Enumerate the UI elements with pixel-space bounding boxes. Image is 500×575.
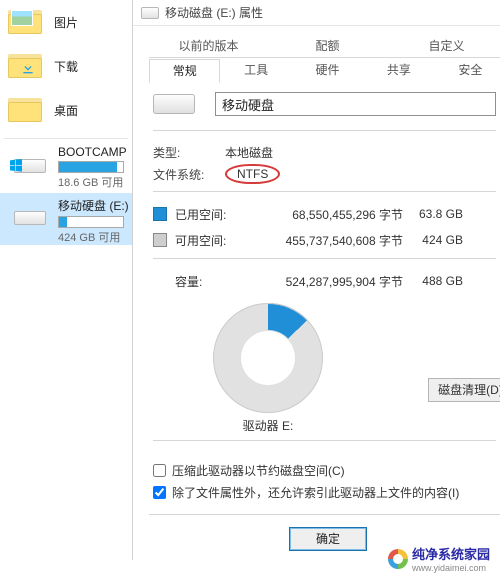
watermark-logo-icon [388, 549, 408, 569]
volume-name-input[interactable] [215, 92, 496, 116]
drive-name: 移动硬盘 (E:) [58, 197, 128, 214]
general-tab-content: 类型: 本地磁盘 文件系统: NTFS 已用空间: 68,550,455,296… [133, 82, 500, 503]
capacity-bytes: 524,287,995,904 字节 [245, 273, 403, 290]
watermark-url: www.yidaimei.com [412, 563, 492, 573]
compress-checkbox[interactable] [153, 464, 166, 477]
type-label: 类型: [153, 144, 225, 161]
compress-label: 压缩此驱动器以节约磁盘空间(C) [172, 462, 345, 479]
separator [153, 130, 496, 131]
windows-logo-icon [8, 157, 24, 173]
tab-customize[interactable]: 自定义 [387, 34, 500, 57]
separator [153, 191, 496, 192]
free-space-row: 可用空间: 455,737,540,608 字节 424 GB [153, 228, 496, 252]
free-human: 424 GB [403, 233, 463, 247]
downloads-folder-icon [8, 50, 46, 82]
drive-subtext: 424 GB 可用 [58, 229, 128, 245]
drive-row-bootcamp[interactable]: BOOTCAMP ( 18.6 GB 可用 [0, 141, 132, 193]
filesystem-label: 文件系统: [153, 166, 225, 183]
used-bytes: 68,550,455,296 字节 [245, 206, 403, 223]
capacity-row: 容量: 524,287,995,904 字节 488 GB [153, 269, 496, 293]
drive-large-icon [153, 94, 195, 114]
watermark: 纯净系统家园 www.yidaimei.com [384, 542, 496, 575]
downloads-label: 下载 [54, 58, 78, 75]
capacity-human: 488 GB [403, 274, 463, 288]
tab-hardware[interactable]: 硬件 [292, 58, 363, 82]
filesystem-value-highlighted: NTFS [225, 164, 280, 184]
drive-subtext: 18.6 GB 可用 [58, 174, 128, 190]
desktop-label: 桌面 [54, 102, 78, 119]
quickaccess-desktop[interactable]: 桌面 [0, 88, 132, 132]
free-label: 可用空间: [175, 232, 245, 249]
free-bytes: 455,737,540,608 字节 [245, 232, 403, 249]
capacity-label: 容量: [153, 273, 245, 290]
type-value: 本地磁盘 [225, 144, 273, 161]
pictures-label: 图片 [54, 14, 78, 31]
index-checkbox-row[interactable]: 除了文件属性外，还允许索引此驱动器上文件的内容(I) [153, 481, 496, 503]
tab-sharing[interactable]: 共享 [363, 58, 434, 82]
used-color-swatch [153, 207, 167, 221]
dialog-title: 移动磁盘 (E:) 属性 [165, 4, 263, 21]
drive-letter-label: 驱动器 E: [153, 417, 383, 434]
dialog-titlebar[interactable]: 移动磁盘 (E:) 属性 [133, 0, 500, 26]
tab-security[interactable]: 安全 [435, 58, 500, 82]
separator [153, 258, 496, 259]
quickaccess-pictures[interactable]: 图片 [0, 0, 132, 44]
usage-pie-chart [213, 303, 323, 413]
explorer-left-pane: 图片 下载 桌面 BOOTCAMP ( 18.6 GB 可用 移动硬盘 (E:)… [0, 0, 132, 575]
quickaccess-downloads[interactable]: 下载 [0, 44, 132, 88]
pictures-folder-icon [8, 6, 46, 38]
desktop-folder-icon [8, 94, 46, 126]
index-checkbox[interactable] [153, 486, 166, 499]
used-human: 63.8 GB [403, 207, 463, 221]
drive-icon [8, 147, 50, 177]
disk-cleanup-button[interactable]: 磁盘清理(D) [428, 378, 500, 402]
properties-dialog: 移动磁盘 (E:) 属性 以前的版本 配额 自定义 常规 工具 硬件 共享 安全… [132, 0, 500, 560]
tab-row-2: 常规 工具 硬件 共享 安全 [149, 58, 500, 82]
used-label: 已用空间: [175, 206, 245, 223]
separator [4, 138, 128, 139]
tab-row-1: 以前的版本 配额 自定义 [149, 34, 500, 58]
tab-tools[interactable]: 工具 [220, 58, 291, 82]
drive-row-removable[interactable]: 移动硬盘 (E:) 424 GB 可用 [0, 193, 132, 245]
tab-quota[interactable]: 配额 [268, 34, 387, 57]
used-space-row: 已用空间: 68,550,455,296 字节 63.8 GB [153, 202, 496, 226]
ok-button[interactable]: 确定 [289, 527, 367, 551]
drive-usage-bar [58, 216, 124, 228]
watermark-brand: 纯净系统家园 [412, 544, 490, 563]
drive-name: BOOTCAMP ( [58, 145, 128, 159]
drive-icon [141, 7, 159, 19]
drive-usage-bar [58, 161, 124, 173]
separator [153, 440, 496, 441]
tab-previousversions[interactable]: 以前的版本 [149, 34, 268, 57]
compress-checkbox-row[interactable]: 压缩此驱动器以节约磁盘空间(C) [153, 459, 496, 481]
free-color-swatch [153, 233, 167, 247]
tab-general[interactable]: 常规 [149, 59, 220, 83]
index-label: 除了文件属性外，还允许索引此驱动器上文件的内容(I) [172, 484, 459, 501]
drive-icon [8, 199, 50, 229]
